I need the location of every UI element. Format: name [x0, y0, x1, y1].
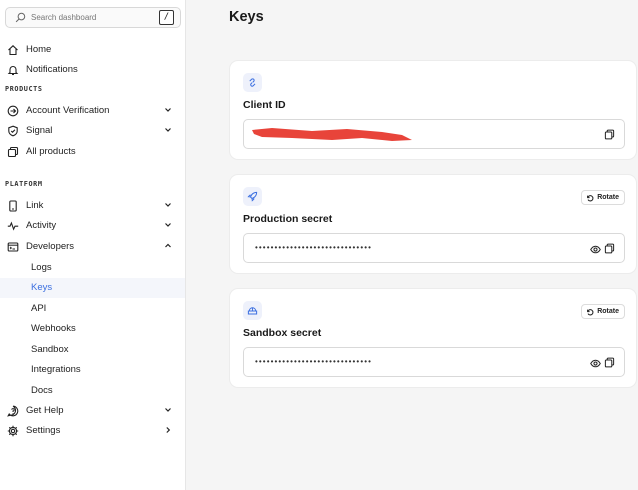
rotate-label: Rotate [597, 194, 619, 201]
sidebar-item-label: Home [26, 44, 52, 55]
chevron-down-icon [165, 223, 171, 227]
sidebar-item-developers[interactable]: Developers [0, 237, 185, 257]
activity-icon [7, 221, 19, 231]
sidebar-subitem-api[interactable]: API [0, 299, 185, 319]
sidebar-item-signal[interactable]: Signal [0, 121, 185, 141]
sidebar-item-get-help[interactable]: Get Help [0, 401, 185, 421]
bell-icon [7, 66, 19, 76]
sidebar-subitem-label: Webhooks [31, 323, 76, 334]
card-title: Production secret [243, 213, 333, 225]
rocket-icon [247, 191, 258, 202]
shield-check-icon [8, 125, 18, 137]
rotate-icon [587, 195, 594, 202]
phone-icon [9, 200, 17, 212]
sidebar-item-label: Notifications [26, 64, 78, 75]
sidebar-subitem-integrations[interactable]: Integrations [0, 360, 185, 380]
sandbox-secret-field[interactable]: •••••••••••••••••••••••••••••• [243, 347, 625, 377]
copy-icon[interactable] [604, 243, 615, 254]
search-shortcut-key: / [159, 10, 174, 25]
sidebar-item-notifications[interactable]: Notifications [0, 60, 185, 80]
chevron-down-icon [165, 203, 171, 207]
sidebar-subitem-label: Logs [31, 262, 52, 273]
search-placeholder: Search dashboard [31, 13, 97, 22]
rotate-icon [587, 309, 594, 316]
sandbox-secret-card: Rotate Sandbox secret ••••••••••••••••••… [229, 288, 637, 388]
card-icon-badge [243, 73, 262, 92]
search-input[interactable]: Search dashboard / [5, 7, 181, 28]
sidebar-subitem-keys[interactable]: Keys [0, 278, 185, 298]
sidebar: Search dashboard / Home Notifications PR… [0, 0, 186, 490]
sidebar-item-home[interactable]: Home [0, 40, 185, 60]
sidebar-subitem-docs[interactable]: Docs [0, 381, 185, 401]
chevron-down-icon [165, 108, 171, 112]
chevron-down-icon [165, 408, 171, 412]
sidebar-item-link[interactable]: Link [0, 196, 185, 216]
page-title: Keys [229, 9, 264, 25]
sidebar-item-account-verification[interactable]: Account Verification [0, 101, 185, 121]
sidebar-subitem-label: Integrations [31, 364, 81, 375]
redaction-mark [252, 128, 412, 141]
card-title: Sandbox secret [243, 327, 322, 339]
help-icon [7, 405, 19, 417]
eye-icon[interactable] [590, 244, 601, 255]
sidebar-subitem-label: Sandbox [31, 344, 69, 355]
masked-secret: •••••••••••••••••••••••••••••• [255, 243, 373, 252]
production-secret-field[interactable]: •••••••••••••••••••••••••••••• [243, 233, 625, 263]
gear-icon [7, 425, 19, 437]
chevron-right-icon [166, 427, 171, 433]
sidebar-subitem-label: Keys [31, 282, 53, 293]
copy-icon[interactable] [604, 357, 615, 368]
section-heading-products: PRODUCTS [5, 85, 43, 93]
sidebar-item-label: Activity [26, 220, 57, 231]
sidebar-item-label: Developers [26, 241, 75, 252]
masked-secret: •••••••••••••••••••••••••••••• [255, 357, 373, 366]
eye-icon[interactable] [590, 358, 601, 369]
card-icon-badge [243, 187, 262, 206]
sidebar-item-label: All products [26, 146, 76, 157]
sidebar-item-label: Account Verification [26, 105, 110, 116]
arrow-circle-icon [7, 105, 19, 117]
sandbox-icon [247, 307, 258, 315]
sidebar-item-label: Link [26, 200, 44, 211]
sidebar-subitem-label: Docs [31, 385, 53, 396]
card-icon-badge [243, 301, 262, 320]
rotate-button[interactable]: Rotate [581, 304, 625, 319]
search-icon [15, 12, 26, 23]
production-secret-card: Rotate Production secret •••••••••••••••… [229, 174, 637, 274]
rotate-button[interactable]: Rotate [581, 190, 625, 205]
sidebar-subitem-label: API [31, 303, 47, 314]
chevron-down-icon [165, 128, 171, 132]
copy-icon [7, 146, 19, 158]
link-icon [249, 78, 256, 87]
copy-icon[interactable] [604, 129, 615, 140]
sidebar-subitem-sandbox[interactable]: Sandbox [0, 340, 185, 360]
rotate-label: Rotate [597, 308, 619, 315]
sidebar-item-activity[interactable]: Activity [0, 216, 185, 236]
sidebar-item-all-products[interactable]: All products [0, 142, 185, 162]
sidebar-item-settings[interactable]: Settings [0, 421, 185, 441]
section-heading-platform: PLATFORM [5, 180, 43, 188]
chevron-up-icon [165, 243, 171, 248]
sidebar-item-label: Settings [26, 425, 61, 436]
sidebar-item-label: Get Help [26, 405, 64, 416]
sidebar-subitem-webhooks[interactable]: Webhooks [0, 319, 185, 339]
client-id-field[interactable] [243, 119, 625, 149]
client-id-card: Client ID [229, 60, 637, 160]
card-title: Client ID [243, 99, 286, 111]
terminal-icon [7, 242, 19, 252]
sidebar-subitem-logs[interactable]: Logs [0, 258, 185, 278]
sidebar-item-label: Signal [26, 125, 53, 136]
home-icon [8, 45, 18, 56]
